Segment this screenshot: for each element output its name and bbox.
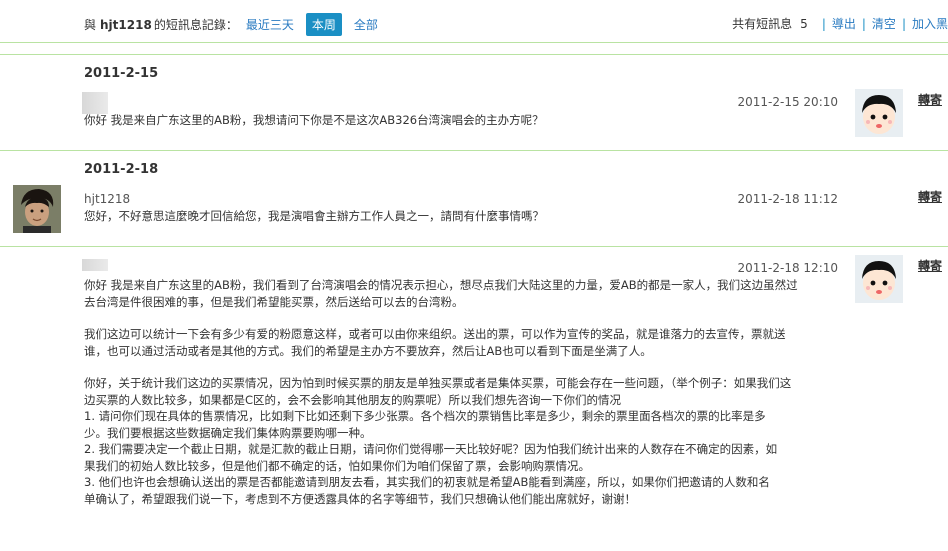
separator: |	[901, 16, 906, 31]
message-line: 1. 请问你们现在具体的售票情况，比如剩下比如还剩下多少张票。各个档次的票销售比…	[84, 409, 766, 423]
message-line: 果我们的初始人数比较多，但是他们都不确定的话，怕如果你们为咱们保留了票，会影响购…	[84, 458, 590, 473]
message-paragraph: 你好 我是来自广东这里的AB粉，我们看到了台湾演唱会的情况表示担心，想尽点我们大…	[84, 277, 828, 310]
message-line: 边买票的人数比较多，如果都是C区的，会不会影响其他朋友的购票呢）所以我们想先咨询…	[84, 392, 622, 407]
title-suffix: 的短訊息記錄：	[153, 18, 238, 32]
title-username: hjt1218	[100, 17, 152, 32]
avatar[interactable]	[855, 89, 903, 137]
avatar[interactable]	[855, 255, 903, 303]
message-line: 单确认了，希望跟我们说一下，考虑到不方便透露具体的名字等细节，我们只想确认他们能…	[84, 491, 636, 506]
forward-link[interactable]: 轉寄	[918, 91, 942, 108]
message-time: 2011-2-18 12:10	[737, 261, 839, 275]
avatar[interactable]	[13, 185, 61, 233]
message-time: 2011-2-18 11:12	[737, 192, 839, 206]
message-body: 你好 我是来自广东这里的AB粉，我们看到了台湾演唱会的情况表示担心，想尽点我们大…	[84, 277, 828, 523]
message-text: 你好 我是来自广东这里的AB粉，我想请问下你是不是这次AB326台湾演唱会的主办…	[84, 113, 544, 127]
message-line: 少。我们要根据这些数据确定我们集体购票要购哪一种。	[84, 425, 372, 440]
message-line: 2. 我们需要决定一个截止日期，就是汇款的截止日期，请问你们觉得哪一天比较好呢？…	[84, 442, 778, 456]
message-line: 我们这边可以统计一下会有多少有爱的粉愿意这样，或者可以由你来组织。送出的票，可以…	[84, 327, 786, 341]
filter-all[interactable]: 全部	[354, 16, 378, 33]
message-line: 去台湾是件很困难的事，但是我们希望能买票，然后送给可以去的台湾粉。	[84, 294, 464, 309]
filter-last-three-days[interactable]: 最近三天	[246, 16, 294, 33]
history-title: 與 hjt1218 的短訊息記錄： 最近三天 本周 全部	[84, 13, 378, 36]
message-item: 2011-2-15 20:10 你好 我是来自广东这里的AB粉，我想请问下你是不…	[0, 86, 948, 150]
message-count: 5	[800, 16, 808, 31]
redacted-sender-name	[82, 92, 108, 114]
message-paragraph: 你好，关于统计我们这边的买票情况，因为怕到时候买票的朋友是单独买票或者是集体买票…	[84, 375, 828, 507]
message-time: 2011-2-15 20:10	[737, 95, 839, 109]
add-blacklist-link[interactable]: 加入黑	[912, 15, 948, 32]
redacted-sender-name	[82, 259, 108, 271]
message-history-header: 與 hjt1218 的短訊息記錄： 最近三天 本周 全部 共有短訊息 5 | 導…	[0, 0, 948, 43]
message-line: 谁，也可以通过活动或者是其他的方式。我们的希望是主办方不要放弃，然后让AB也可以…	[84, 343, 652, 358]
message-item: hjt1218 2011-2-18 11:12 您好，不好意思這麼晚才回信給您，…	[0, 182, 948, 244]
date-group-header: 2011-2-15	[0, 54, 948, 86]
separator: |	[861, 16, 866, 31]
message-paragraph: 我们这边可以统计一下会有多少有爱的粉愿意这样，或者可以由你来组织。送出的票，可以…	[84, 326, 828, 359]
date-label: 2011-2-18	[84, 162, 159, 177]
date-group-header: 2011-2-18	[0, 150, 948, 182]
forward-link[interactable]: 轉寄	[918, 257, 942, 274]
date-label: 2011-2-15	[84, 66, 159, 81]
message-line: 3. 他们也许也会想确认送出的票是否都能邀请到朋友去看，其实我们的初衷就是希望A…	[84, 475, 770, 489]
message-sender: hjt1218	[84, 192, 131, 206]
forward-link[interactable]: 轉寄	[918, 188, 942, 205]
user-photo-icon	[13, 185, 61, 233]
cartoon-avatar-icon	[855, 255, 903, 303]
filter-this-week[interactable]: 本周	[305, 13, 342, 36]
clear-link[interactable]: 清空	[872, 15, 896, 32]
message-item: 2011-2-18 12:10 你好 我是来自广东这里的AB粉，我们看到了台湾演…	[0, 247, 948, 551]
cartoon-avatar-icon	[855, 89, 903, 137]
message-text: 您好，不好意思這麼晚才回信給您，我是演唱會主辦方工作人員之一，請問有什麼事情嗎？	[84, 209, 544, 223]
export-link[interactable]: 導出	[832, 15, 856, 32]
title-prefix: 與	[84, 18, 97, 32]
separator: |	[821, 16, 826, 31]
message-count-label: 共有短訊息	[732, 17, 793, 31]
message-line: 你好，关于统计我们这边的买票情况，因为怕到时候买票的朋友是单独买票或者是集体买票…	[84, 376, 792, 390]
message-line: 你好 我是来自广东这里的AB粉，我们看到了台湾演唱会的情况表示担心，想尽点我们大…	[84, 278, 798, 292]
header-actions: 共有短訊息 5 | 導出 | 清空 | 加入黑	[732, 15, 948, 32]
